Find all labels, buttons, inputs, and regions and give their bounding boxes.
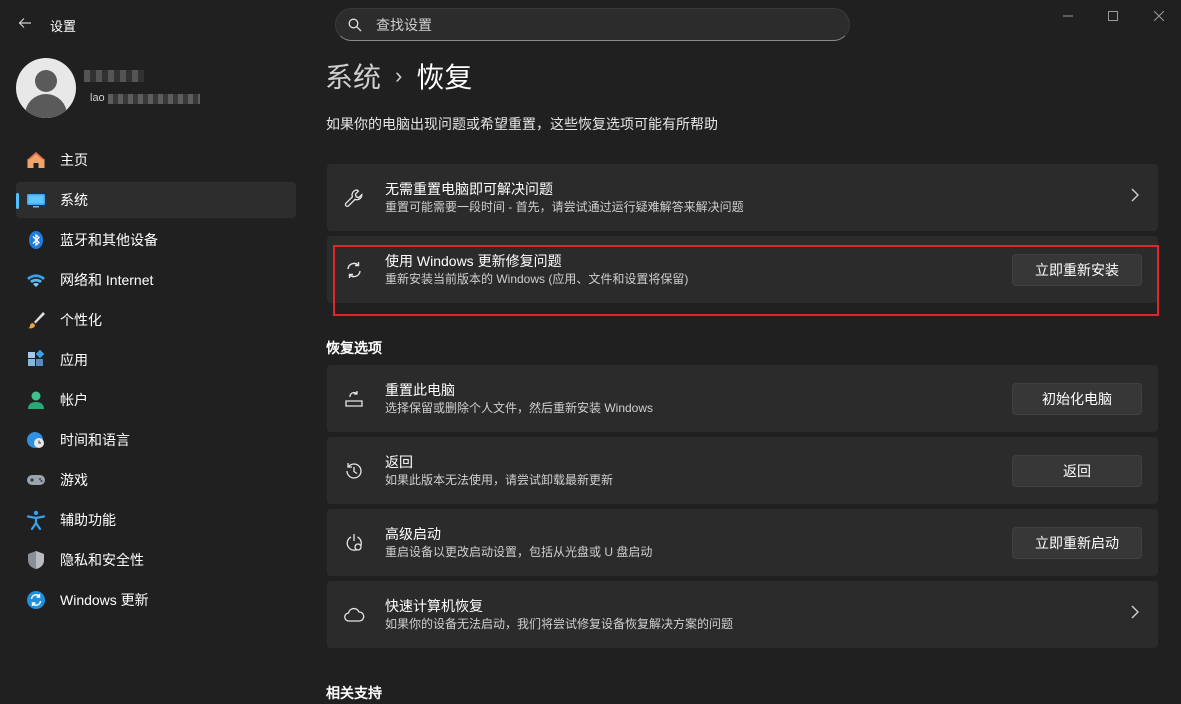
sidebar-item-personalization[interactable]: 个性化 (16, 302, 296, 338)
gamepad-icon (26, 470, 46, 490)
page-title: 恢复 (416, 62, 473, 93)
card-title: 返回 (385, 454, 413, 470)
search-box[interactable] (335, 8, 850, 41)
card-text: 高级启动 重启设备以更改启动设置，包括从光盘或 U 盘启动 (385, 525, 652, 560)
highlight-annotation (333, 245, 1159, 316)
card-title: 无需重置电脑即可解决问题 (385, 181, 553, 197)
sidebar-item-label: 辅助功能 (60, 512, 116, 528)
card-text: 重置此电脑 选择保留或删除个人文件，然后重新安装 Windows (385, 381, 653, 416)
shield-icon (26, 550, 46, 570)
chevron-right-icon (1130, 188, 1140, 207)
card-title: 重置此电脑 (385, 382, 455, 398)
card-description: 如果此版本无法使用，请尝试卸载最新更新 (385, 473, 614, 487)
quick-machine-recovery-card[interactable]: 快速计算机恢复 如果你的设备无法启动，我们将尝试修复设备恢复解决方案的问题 (327, 581, 1158, 648)
sidebar-item-label: 时间和语言 (60, 432, 130, 448)
back-arrow-icon (18, 18, 31, 28)
accessibility-icon (26, 510, 46, 530)
sidebar-item-bluetooth[interactable]: 蓝牙和其他设备 (16, 222, 296, 258)
close-button[interactable] (1136, 4, 1181, 28)
avatar[interactable] (16, 58, 76, 118)
card-description: 如果你的设备无法启动，我们将尝试修复设备恢复解决方案的问题 (385, 617, 734, 631)
sidebar-item-accessibility[interactable]: 辅助功能 (16, 502, 296, 538)
sidebar-item-gaming[interactable]: 游戏 (16, 462, 296, 498)
restart-now-button[interactable]: 立即重新启动 (1012, 526, 1142, 559)
card-title: 快速计算机恢复 (385, 598, 483, 614)
card-title: 高级启动 (385, 526, 441, 542)
title-bar: 设置 (0, 0, 1181, 48)
sidebar-item-windows-update[interactable]: Windows 更新 (16, 582, 296, 618)
minimize-button[interactable] (1045, 4, 1091, 28)
recovery-options-heading: 恢复选项 (326, 340, 382, 356)
avatar-body (25, 94, 67, 118)
cloud-icon (343, 604, 365, 626)
chevron-right-icon (1130, 605, 1140, 624)
sidebar-item-label: 帐户 (60, 392, 88, 408)
bluetooth-icon (26, 230, 46, 250)
profile-email: lao (90, 92, 105, 104)
reset-pc-button[interactable]: 初始化电脑 (1012, 382, 1142, 415)
card-text: 返回 如果此版本无法使用，请尝试卸载最新更新 (385, 453, 613, 488)
sidebar-item-time-language[interactable]: 时间和语言 (16, 422, 296, 458)
go-back-button[interactable]: 返回 (1012, 454, 1142, 487)
update-icon (26, 590, 46, 610)
sidebar-item-label: 游戏 (60, 472, 88, 488)
sidebar-item-label: 蓝牙和其他设备 (60, 232, 158, 248)
advanced-startup-icon (343, 532, 365, 554)
reset-pc-card: 重置此电脑 选择保留或删除个人文件，然后重新安装 Windows 初始化电脑 (327, 365, 1158, 432)
sidebar-item-label: 主页 (60, 152, 88, 168)
go-back-card: 返回 如果此版本无法使用，请尝试卸载最新更新 返回 (327, 437, 1158, 504)
account-icon (26, 390, 46, 410)
card-description: 选择保留或删除个人文件，然后重新安装 Windows (385, 401, 654, 415)
breadcrumb: 系统 › 恢复 (325, 56, 472, 96)
user-profile[interactable]: lao (16, 58, 200, 118)
search-input[interactable] (376, 16, 816, 33)
sidebar-item-label: 应用 (60, 352, 88, 368)
card-text: 快速计算机恢复 如果你的设备无法启动，我们将尝试修复设备恢复解决方案的问题 (385, 597, 733, 632)
profile-name-redacted (84, 70, 144, 82)
maximize-button[interactable] (1090, 4, 1136, 28)
advanced-startup-card: 高级启动 重启设备以更改启动设置，包括从光盘或 U 盘启动 立即重新启动 (327, 509, 1158, 576)
breadcrumb-separator: › (395, 63, 403, 88)
sidebar-item-system[interactable]: 系统 (16, 182, 296, 218)
history-icon (343, 460, 365, 482)
brush-icon (26, 310, 46, 330)
wifi-icon (26, 270, 46, 290)
reset-pc-icon (343, 388, 365, 410)
sidebar-nav: 主页 系统 蓝牙和其他设备 网络和 Internet 个性化 应用 帐户 时间和… (16, 142, 296, 622)
avatar-head (35, 70, 57, 92)
home-icon (26, 150, 46, 170)
sidebar-item-label: Windows 更新 (60, 592, 149, 608)
related-support-heading: 相关支持 (326, 685, 382, 701)
sidebar-item-privacy-security[interactable]: 隐私和安全性 (16, 542, 296, 578)
app-title: 设置 (50, 19, 77, 34)
globe-clock-icon (26, 430, 46, 450)
sidebar-item-label: 网络和 Internet (60, 272, 154, 288)
sidebar-item-accounts[interactable]: 帐户 (16, 382, 296, 418)
wrench-icon (343, 187, 365, 209)
back-button[interactable] (14, 12, 36, 34)
profile-email-redacted (108, 94, 200, 104)
card-text: 无需重置电脑即可解决问题 重置可能需要一段时间 - 首先，请尝试通过运行疑难解答… (385, 180, 744, 215)
sidebar-item-label: 个性化 (60, 312, 102, 328)
breadcrumb-parent[interactable]: 系统 (325, 56, 381, 96)
page-subtitle: 如果你的电脑出现问题或希望重置，这些恢复选项可能有所帮助 (326, 116, 718, 132)
sidebar-item-apps[interactable]: 应用 (16, 342, 296, 378)
system-icon (26, 190, 46, 210)
sidebar-item-label: 隐私和安全性 (60, 552, 144, 568)
sidebar-item-label: 系统 (60, 192, 88, 208)
troubleshoot-card[interactable]: 无需重置电脑即可解决问题 重置可能需要一段时间 - 首先，请尝试通过运行疑难解答… (327, 164, 1158, 231)
apps-icon (26, 350, 46, 370)
close-icon (1154, 11, 1164, 21)
sidebar-item-network[interactable]: 网络和 Internet (16, 262, 296, 298)
maximize-icon (1108, 11, 1118, 21)
minimize-icon (1063, 15, 1073, 17)
sidebar-item-home[interactable]: 主页 (16, 142, 296, 178)
search-icon (348, 18, 362, 31)
card-description: 重启设备以更改启动设置，包括从光盘或 U 盘启动 (385, 545, 653, 559)
card-description: 重置可能需要一段时间 - 首先，请尝试通过运行疑难解答来解决问题 (385, 200, 744, 214)
